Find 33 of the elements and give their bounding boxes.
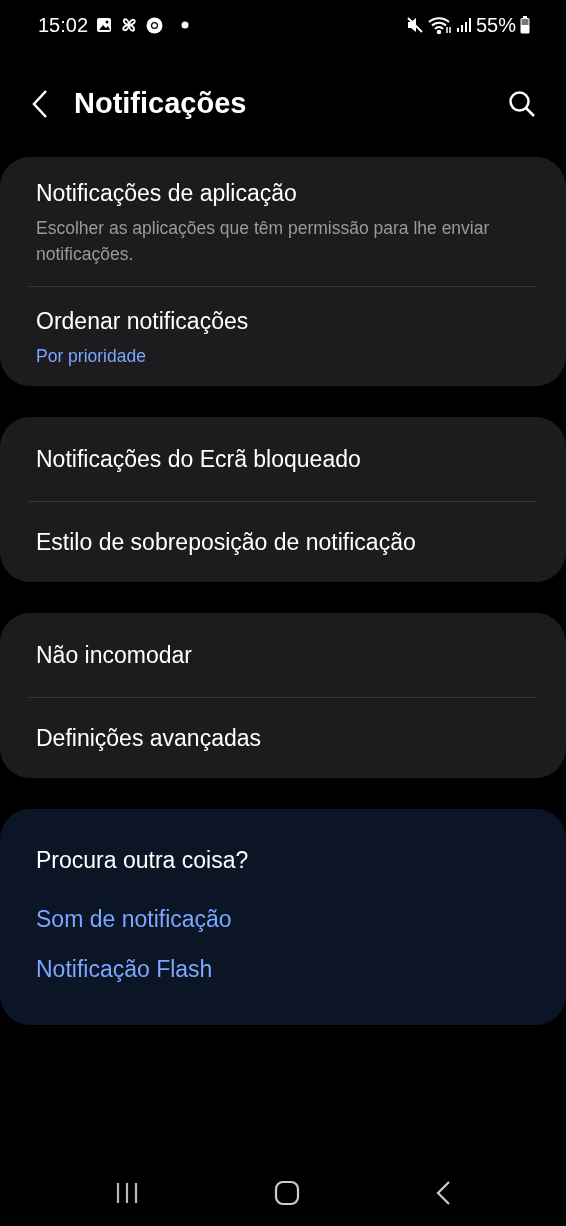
suggestion-link[interactable]: Som de notificação	[36, 901, 232, 936]
item-description: Escolher as aplicações que têm permissão para lhe enviar notificações.	[36, 216, 491, 266]
search-icon[interactable]	[508, 89, 536, 118]
settings-item[interactable]: Notificações do Ecrã bloqueado	[29, 417, 537, 501]
status-time: 15:02	[38, 13, 89, 38]
settings-item[interactable]: Definições avançadas	[29, 697, 537, 778]
back-icon[interactable]	[434, 1180, 451, 1206]
battery-icon	[520, 16, 530, 34]
recent-apps-icon[interactable]	[115, 1181, 140, 1205]
mute-icon	[405, 16, 424, 34]
item-title: Notificações do Ecrã bloqueado	[36, 444, 362, 474]
suggestion-link[interactable]: Notificação Flash	[36, 952, 213, 987]
settings-item[interactable]: Notificações de aplicação Escolher as aplicações que têm permissão para lhe enviar notificações.	[29, 157, 537, 286]
item-title: Definições avançadas	[36, 723, 263, 753]
wifi-icon	[427, 16, 452, 34]
item-title: Estilo de sobreposição de notificação	[36, 527, 417, 557]
dot-icon	[181, 21, 190, 29]
settings-item[interactable]: Não incomodar	[29, 613, 537, 697]
signal-icon	[455, 17, 472, 33]
home-icon[interactable]	[274, 1180, 300, 1206]
settings-item[interactable]: Estilo de sobreposição de notificação	[29, 501, 537, 582]
browser-icon	[146, 16, 164, 34]
battery-level: 55%	[475, 13, 516, 38]
item-summary: Por prioridade	[36, 344, 147, 368]
back-icon[interactable]	[30, 88, 50, 119]
settings-item[interactable]: Ordenar notificações Por prioridade	[29, 286, 537, 386]
item-title: Não incomodar	[36, 640, 193, 670]
item-title: Notificações de aplicação	[36, 179, 298, 208]
suggestions-title: Procura outra coisa?	[36, 846, 249, 875]
page-title: Notificações	[74, 85, 247, 121]
image-icon	[96, 17, 113, 33]
pinwheel-icon	[120, 16, 139, 34]
item-title: Ordenar notificações	[36, 307, 250, 337]
